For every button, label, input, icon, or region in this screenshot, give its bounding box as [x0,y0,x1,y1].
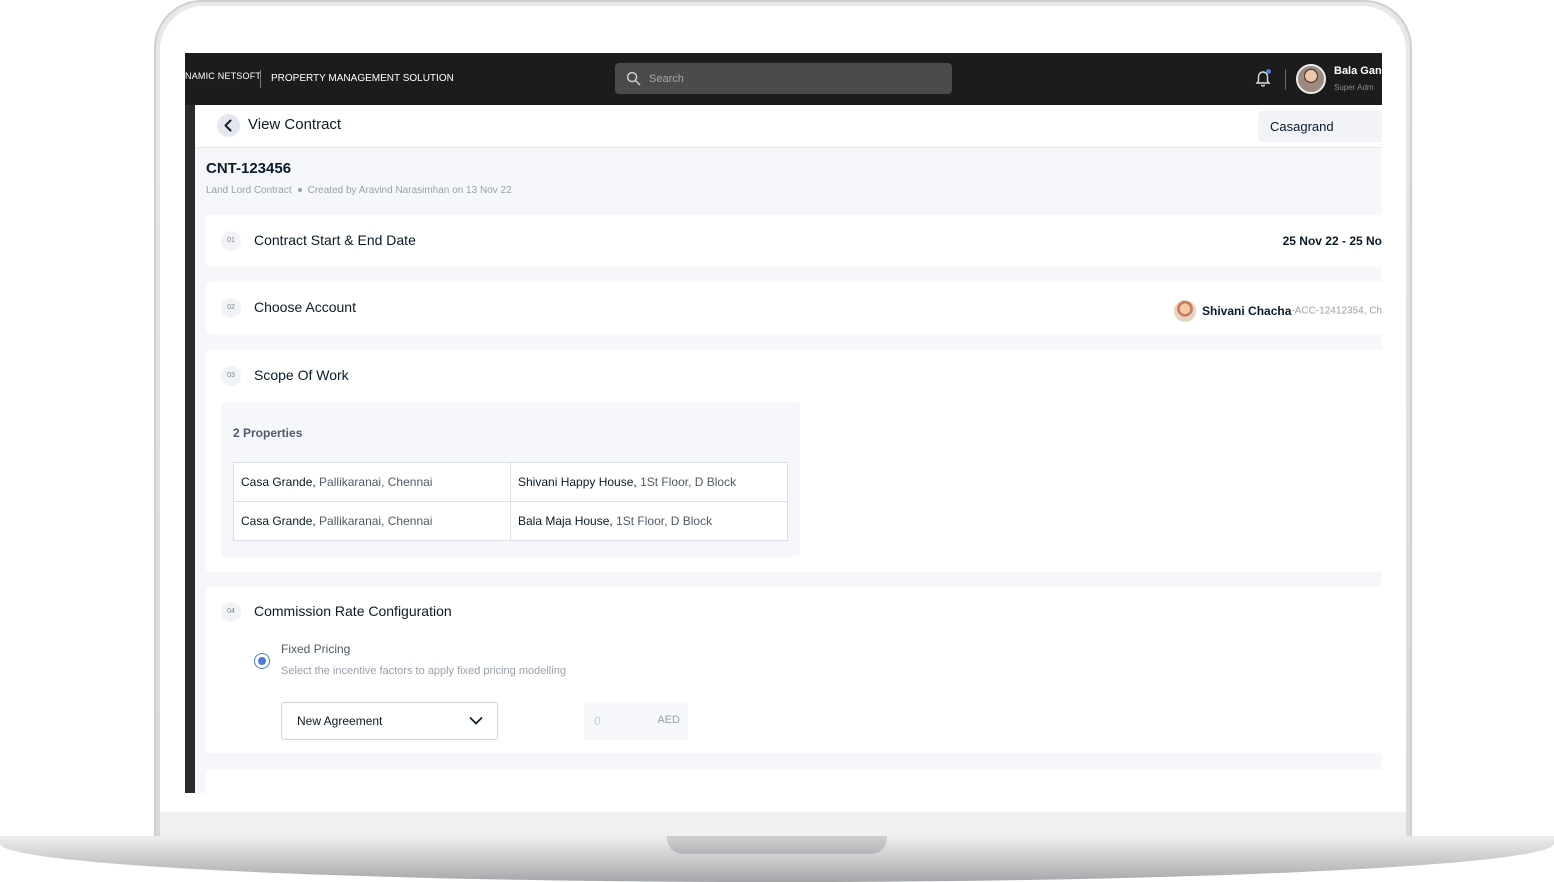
table-row: Casa Grande, Pallikaranai, Chennai Shiva… [233,462,788,502]
step-title: Commission Rate Configuration [254,603,452,619]
account-code: -ACC-12412354, Ch [1291,305,1382,317]
contract-date-range: 25 Nov 22 - 25 No [1282,234,1382,248]
top-bar: NAMIC NETSOFT · · · · · · · · · PROPERTY… [185,53,1382,105]
commission-amount-field[interactable]: AED [584,702,688,740]
contract-meta: Land Lord Contract Created by Aravind Nar… [206,185,512,196]
selected-account: Shivani Chacha-ACC-12412354, Ch [1174,300,1382,322]
properties-table: Casa Grande, Pallikaranai, Chennai Shiva… [233,462,788,541]
property-cell: Shivani Happy House, 1St Floor, D Block [510,462,788,502]
property-detail: 1St Floor, D Block [612,514,713,528]
user-name[interactable]: Bala Gan [1334,65,1382,77]
agreement-type-value: New Agreement [297,714,383,728]
next-step-card [206,769,1382,793]
laptop-chin [160,812,1406,838]
sidebar-strip [185,105,195,793]
property-name: Casa Grande, [241,475,316,489]
user-role: Super Adm [1334,83,1374,92]
table-row: Casa Grande, Pallikaranai, Chennai Bala … [233,501,788,541]
step-number: 04 [221,602,241,622]
chevron-down-icon [469,717,483,725]
step-choose-account[interactable]: 02 Choose Account Shivani Chacha-ACC-124… [206,282,1382,334]
step-scope-of-work: 03 Scope Of Work 2 Properties Casa Grand… [206,350,1382,572]
step-commission-rate: 04 Commission Rate Configuration Fixed P… [206,587,1382,753]
property-detail: 1St Floor, D Block [636,475,737,489]
chevron-left-icon [224,119,232,132]
property-cell: Casa Grande, Pallikaranai, Chennai [233,501,511,541]
step-number: 01 [221,231,241,251]
company-select[interactable]: Casagrand [1258,111,1382,142]
step-contract-dates[interactable]: 01 Contract Start & End Date 25 Nov 22 -… [206,215,1382,267]
brand-logo-text: NAMIC NETSOFT [185,71,262,81]
meta-separator-dot [297,188,302,192]
step-title: Contract Start & End Date [254,232,416,248]
commission-amount-input[interactable] [592,713,641,729]
fixed-pricing-label: Fixed Pricing [281,642,351,656]
property-detail: Pallikaranai, Chennai [315,514,433,528]
laptop-notch [667,836,887,854]
search-input[interactable] [647,69,941,89]
brand-logo: NAMIC NETSOFT · · · · · · · · · [185,72,261,92]
sub-header: View Contract Casagrand [195,105,1382,148]
topbar-separator [1285,69,1286,90]
step-number: 02 [221,298,241,318]
scope-properties-box: 2 Properties Casa Grande, Pallikaranai, … [221,402,800,557]
currency-label: AED [657,714,680,726]
contract-created-by: Created by Aravind Narasimhan on 13 Nov … [307,185,512,196]
agreement-type-select[interactable]: New Agreement [281,702,498,740]
property-name: Bala Maja House, [518,514,613,528]
page-title: View Contract [248,116,342,133]
notification-dot [1266,69,1271,74]
property-cell: Bala Maja House, 1St Floor, D Block [510,501,788,541]
step-title: Choose Account [254,299,356,315]
back-button[interactable] [217,114,240,137]
step-title: Scope Of Work [254,367,349,383]
contract-id: CNT-123456 [206,160,292,177]
contract-type: Land Lord Contract [206,185,292,196]
product-name: PROPERTY MANAGEMENT SOLUTION [271,73,454,84]
property-name: Shivani Happy House, [518,475,637,489]
property-detail: Pallikaranai, Chennai [315,475,433,489]
properties-count: 2 Properties [233,426,303,440]
property-cell: Casa Grande, Pallikaranai, Chennai [233,462,511,502]
property-name: Casa Grande, [241,514,316,528]
brand-logo-tagline-icon: · · · · · · · · · [185,85,235,89]
brand-divider [260,70,261,88]
user-avatar[interactable] [1296,64,1326,94]
search-bar[interactable] [615,63,952,94]
search-icon [626,71,641,86]
app-screen: NAMIC NETSOFT · · · · · · · · · PROPERTY… [185,53,1382,793]
step-number: 03 [221,366,241,386]
account-name: Shivani Chacha [1202,304,1292,318]
fixed-pricing-radio[interactable] [254,653,270,669]
account-avatar [1174,300,1197,322]
fixed-pricing-description: Select the incentive factors to apply fi… [281,665,566,677]
